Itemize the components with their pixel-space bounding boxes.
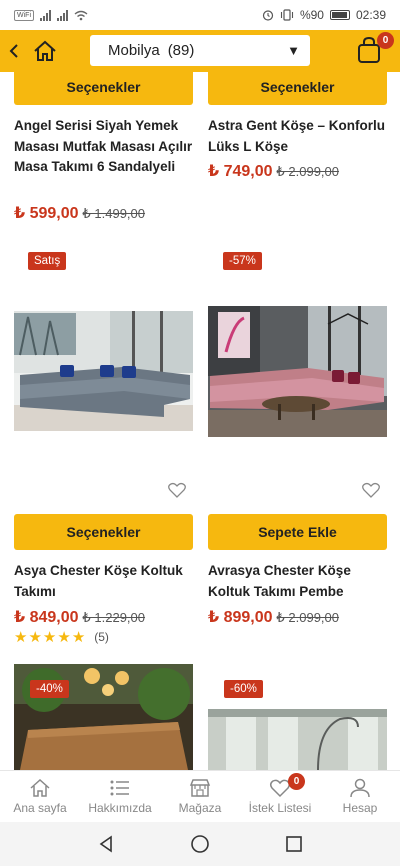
old-price: ₺ 2.099,00 <box>276 164 340 179</box>
pink-sofa-image <box>208 306 387 437</box>
product-price: ₺ 899,00 ₺ 2.099,00 <box>208 607 339 627</box>
current-price: ₺ 749,00 <box>208 163 273 180</box>
nav-account[interactable]: Hesap <box>320 771 400 822</box>
system-navigation-bar <box>0 822 400 866</box>
nav-label: İstek Listesi <box>248 801 312 815</box>
home-icon <box>30 778 50 797</box>
cart-button[interactable]: 0 <box>356 32 394 66</box>
battery-icon <box>329 10 350 20</box>
old-price: ₺ 1.229,00 <box>82 610 146 625</box>
current-price: ₺ 899,00 <box>208 609 273 626</box>
options-button[interactable]: Seçenekler <box>14 72 193 105</box>
chevron-left-icon <box>9 44 18 58</box>
user-icon <box>350 778 370 798</box>
nav-about[interactable]: Hakkımızda <box>80 771 160 822</box>
star-icon: ★ <box>14 629 28 646</box>
recents-square-icon[interactable] <box>285 835 303 853</box>
options-button[interactable]: Seçenekler <box>208 72 387 105</box>
clock: 02:39 <box>355 8 386 22</box>
back-button[interactable] <box>0 30 28 72</box>
product-image[interactable] <box>208 709 387 770</box>
discount-badge: -60% <box>224 680 263 698</box>
product-title[interactable]: Avrasya Chester Köşe Koltuk Takımı Pembe <box>208 561 388 602</box>
nav-store[interactable]: Mağaza <box>160 771 240 822</box>
category-select[interactable]: Mobilya (89) ▼ <box>90 35 310 66</box>
back-triangle-icon[interactable] <box>97 835 115 853</box>
battery-percent: %90 <box>299 8 324 22</box>
old-price: ₺ 1.499,00 <box>82 206 146 221</box>
alarm-icon <box>262 10 274 21</box>
nav-label: Hakkımızda <box>88 801 152 815</box>
star-icon: ★ <box>42 629 57 646</box>
product-title[interactable]: Angel Serisi Siyah Yemek Masası Mutfak M… <box>14 116 194 178</box>
wifi-icon <box>74 10 88 20</box>
star-icon: ★ <box>57 629 71 646</box>
signal-icon-2 <box>57 9 68 21</box>
nav-wishlist[interactable]: İstek Listesi 0 <box>240 771 320 822</box>
discount-badge: -40% <box>30 680 69 698</box>
store-icon <box>189 779 211 797</box>
review-count: (5) <box>94 630 109 644</box>
old-price: ₺ 2.099,00 <box>276 610 340 625</box>
home-button[interactable] <box>28 30 62 72</box>
signal-icon <box>40 9 51 21</box>
cart-count-badge: 0 <box>377 32 394 49</box>
product-price: ₺ 749,00 ₺ 2.099,00 <box>208 161 339 181</box>
wishlist-count-badge: 0 <box>288 773 305 790</box>
product-price: ₺ 849,00 ₺ 1.229,00 <box>14 607 145 627</box>
add-to-cart-button[interactable]: Sepete Ekle <box>208 514 387 550</box>
nav-home[interactable]: Ana sayfa <box>0 771 80 822</box>
nav-label: Ana sayfa <box>13 801 67 815</box>
nav-label: Hesap <box>342 801 378 815</box>
star-icon: ★ <box>71 629 86 646</box>
sale-badge: Satış <box>28 252 67 270</box>
star-icon: ★ <box>28 629 42 646</box>
caret-down-icon: ▼ <box>287 43 300 58</box>
product-image[interactable] <box>208 306 387 437</box>
status-bar: WiFi %90 02:39 <box>0 0 400 30</box>
nav-label: Mağaza <box>178 801 222 815</box>
list-icon <box>110 780 129 796</box>
category-name: Mobilya <box>108 42 160 59</box>
current-price: ₺ 849,00 <box>14 609 79 626</box>
home-circle-icon[interactable] <box>190 834 210 854</box>
home-icon <box>34 40 56 61</box>
status-right: %90 02:39 <box>262 8 386 22</box>
discount-badge: -57% <box>223 252 262 270</box>
product-grid: Seçenekler Angel Serisi Siyah Yemek Masa… <box>0 72 400 770</box>
current-price: ₺ 599,00 <box>14 205 79 222</box>
category-count: (89) <box>167 42 195 59</box>
product-price: ₺ 599,00 ₺ 1.499,00 <box>14 203 145 223</box>
wishlist-heart-icon[interactable] <box>362 482 380 498</box>
app-header: Mobilya (89) ▼ 0 <box>0 30 400 72</box>
options-button[interactable]: Seçenekler <box>14 514 193 550</box>
product-title[interactable]: Astra Gent Köşe – Konforlu Lüks L Köşe <box>208 116 388 157</box>
product-image[interactable] <box>14 311 193 431</box>
status-left: WiFi <box>14 9 88 21</box>
hanging-chair-image <box>208 709 387 770</box>
wifi-calling-badge: WiFi <box>14 9 34 21</box>
rating-stars: ★ ★ ★ ★ ★ (5) <box>14 628 109 646</box>
wishlist-heart-icon[interactable] <box>168 482 186 498</box>
bottom-navigation: Ana sayfa Hakkımızda Mağaza İstek Listes… <box>0 770 400 822</box>
product-title[interactable]: Asya Chester Köşe Koltuk Takımı <box>14 561 194 602</box>
vibrate-icon <box>280 9 293 21</box>
gray-sofa-image <box>14 311 193 431</box>
